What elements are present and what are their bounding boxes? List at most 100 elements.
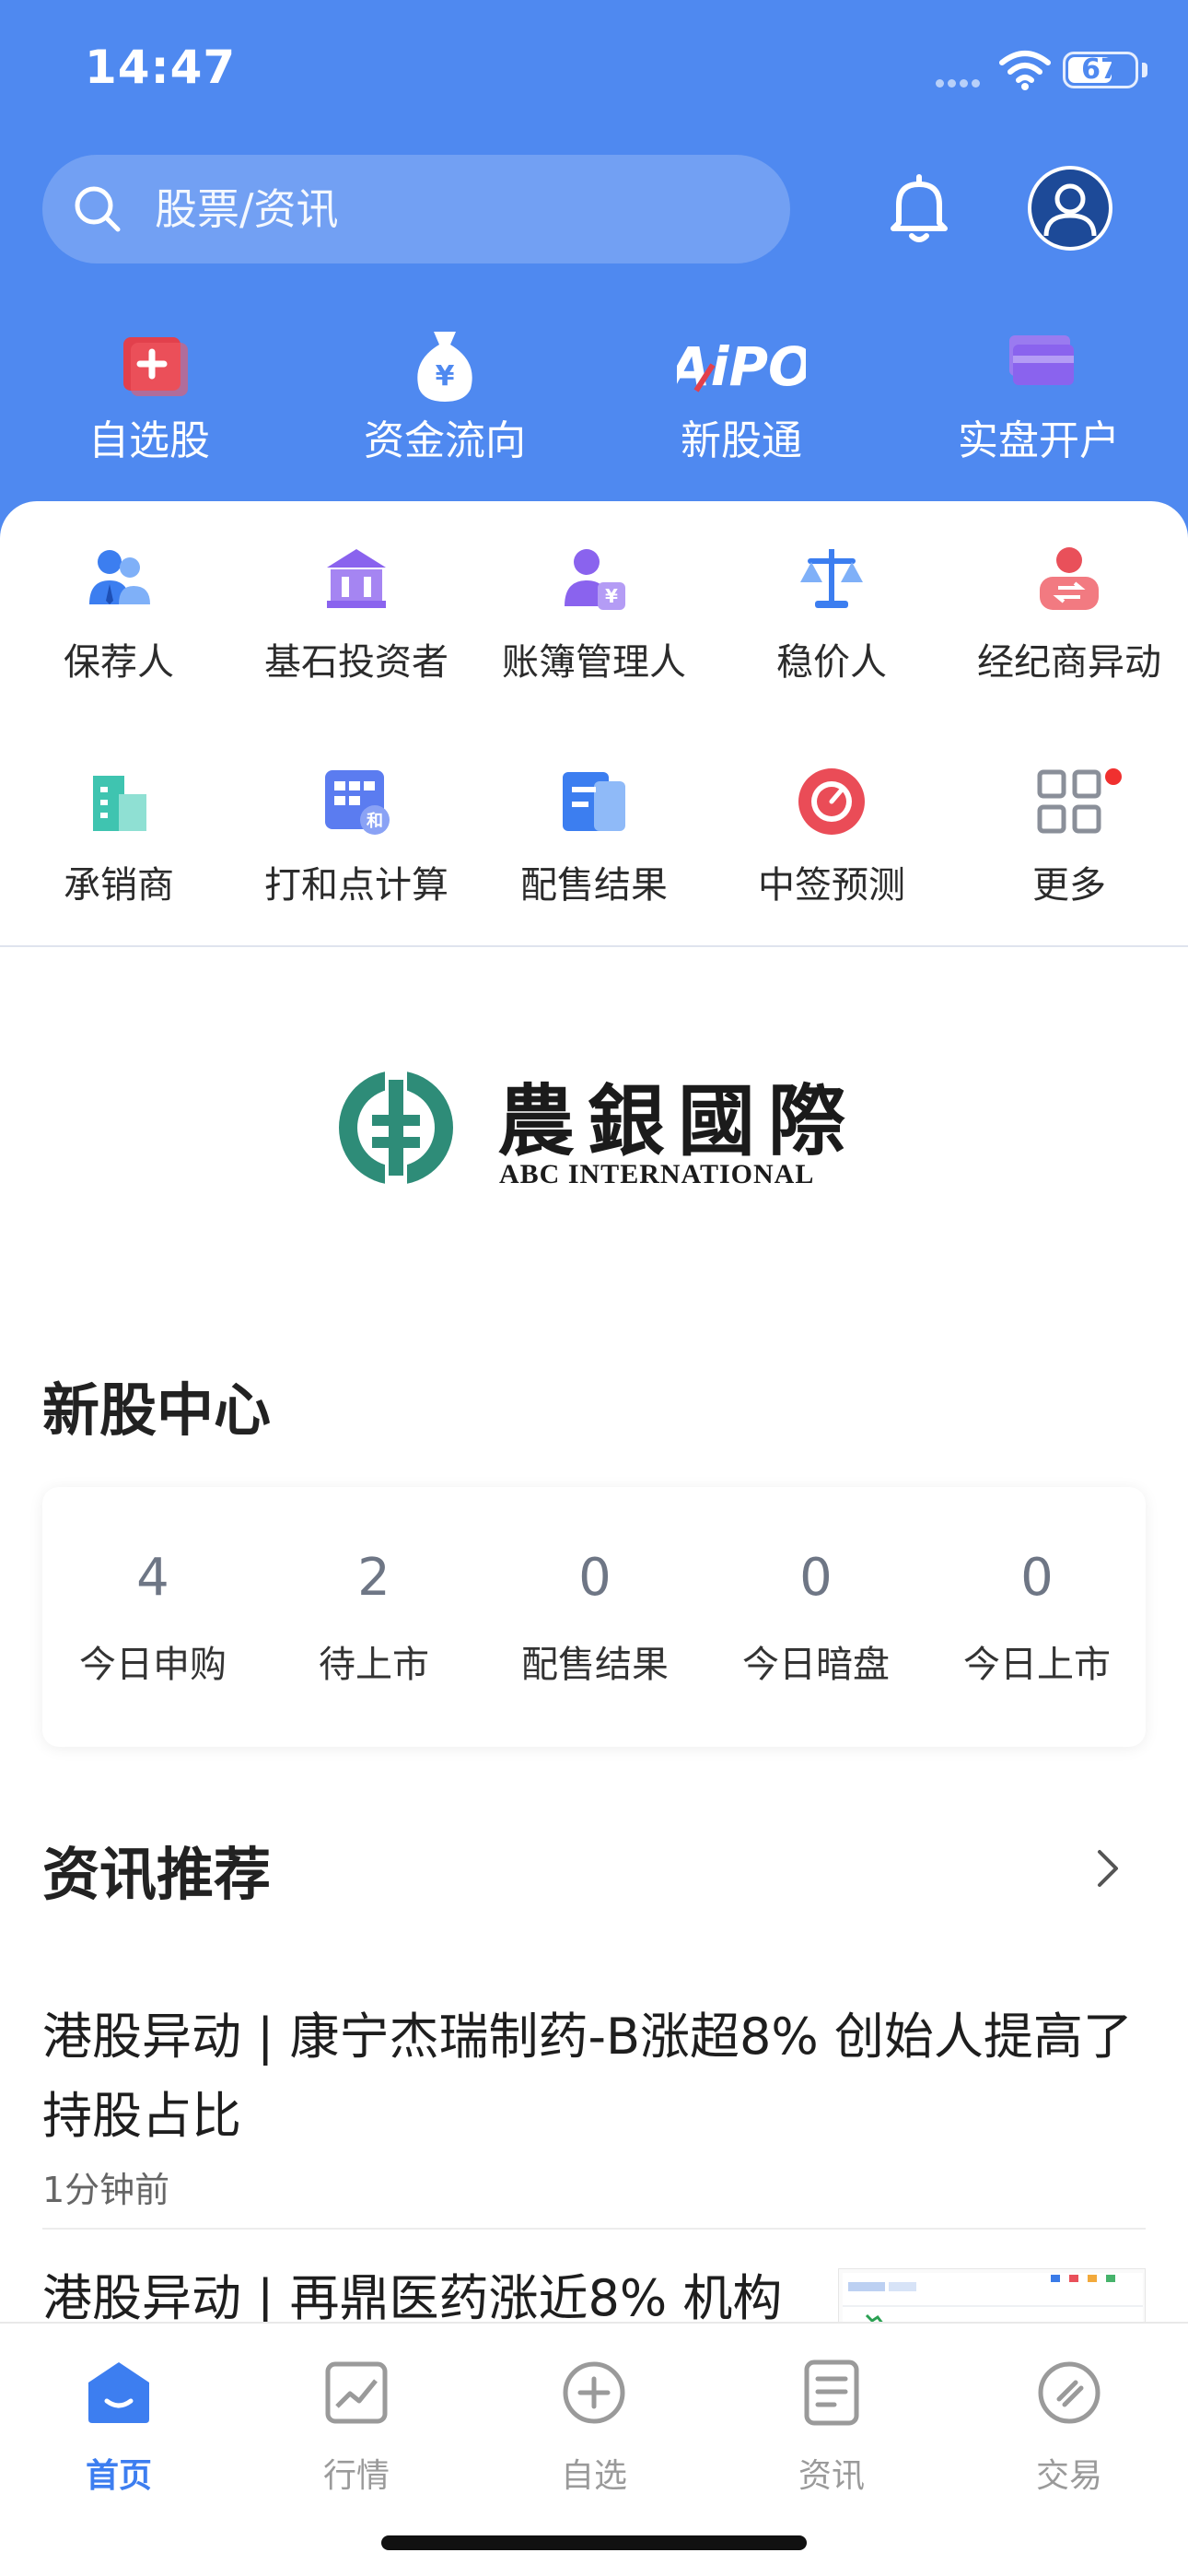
top-nav: 自选股 ¥ 资金流向 AiPO 新股通 实盘开户 xyxy=(0,313,1188,479)
tool-breakeven-calc[interactable]: 和 打和点计算 xyxy=(238,739,475,923)
tab-trade[interactable]: 交易 xyxy=(950,2340,1188,2506)
tool-label: 承销商 xyxy=(64,864,174,907)
user-icon xyxy=(1043,183,1097,237)
bell-icon[interactable] xyxy=(882,171,956,247)
market-chart-icon xyxy=(325,2361,388,2424)
tool-sponsor[interactable]: 保荐人 xyxy=(0,516,238,700)
notification-dot xyxy=(1105,768,1122,785)
bookrunner-icon: ¥ xyxy=(565,549,625,610)
tool-label: 保荐人 xyxy=(64,641,174,684)
ipo-stat-value: 0 xyxy=(1020,1548,1054,1608)
tool-lottery-forecast[interactable]: 中签预测 xyxy=(713,739,950,923)
tab-market[interactable]: 行情 xyxy=(238,2340,475,2506)
ipo-stat-label: 今日上市 xyxy=(963,1644,1111,1686)
ipo-stat-label: 待上市 xyxy=(319,1644,429,1686)
tab-news[interactable]: 资讯 xyxy=(713,2340,950,2506)
tool-more[interactable]: 更多 xyxy=(950,739,1188,923)
avatar[interactable] xyxy=(1028,166,1112,251)
home-icon xyxy=(88,2362,149,2423)
top-nav-watchlist[interactable]: 自选股 xyxy=(20,313,278,479)
news-title: 港股异动 | 康宁杰瑞制药-B涨超8% 创始人提高了持股占比 xyxy=(42,2008,1133,2145)
money-bag-icon: ¥ xyxy=(417,332,472,402)
battery-level: 67 xyxy=(1081,53,1120,86)
ipo-stat-allotment-results[interactable]: 0 配售结果 xyxy=(484,1487,705,1747)
news-item[interactable]: 港股异动 | 再鼎医药涨近8% 机构 xyxy=(42,2259,834,2322)
status-bar: 14:47 67 xyxy=(0,0,1188,138)
ipo-stats-card: 4 今日申购 2 待上市 0 配售结果 0 今日暗盘 0 今日上市 xyxy=(42,1487,1146,1747)
news-title: 港股异动 | 再鼎医药涨近8% 机构 xyxy=(42,2269,783,2322)
tool-bookrunner[interactable]: ¥ 账簿管理人 xyxy=(475,516,713,700)
add-circle-icon xyxy=(563,2361,625,2424)
ipo-stat-value: 4 xyxy=(136,1548,169,1608)
ipo-stat-label: 今日暗盘 xyxy=(742,1644,890,1686)
banner-name-cn: 農銀國際 xyxy=(497,1075,859,1166)
home-indicator xyxy=(381,2535,807,2550)
tab-label: 首页 xyxy=(85,2457,152,2495)
ipo-stat-grey-market[interactable]: 0 今日暗盘 xyxy=(705,1487,926,1747)
search-icon xyxy=(75,186,121,232)
news-section-title: 资讯推荐 xyxy=(42,1841,272,1908)
wifi-icon xyxy=(999,51,1051,90)
tab-label: 自选 xyxy=(560,2457,627,2495)
tool-label: 打和点计算 xyxy=(264,864,448,907)
svg-text:¥: ¥ xyxy=(605,585,618,607)
svg-text:¥: ¥ xyxy=(436,360,455,392)
top-nav-new-stocks[interactable]: AiPO 新股通 xyxy=(612,313,870,479)
abc-international-banner[interactable]: 農銀國際 ABC INTERNATIONAL xyxy=(332,1050,866,1198)
grid-more-icon xyxy=(1037,769,1101,834)
tool-stabilizer[interactable]: 稳价人 xyxy=(713,516,950,700)
ipo-stat-label: 今日申购 xyxy=(79,1644,227,1686)
top-nav-label: 自选股 xyxy=(88,417,210,464)
tool-allotment-results[interactable]: 配售结果 xyxy=(475,739,713,923)
top-nav-label: 新股通 xyxy=(681,417,802,464)
top-nav-label: 资金流向 xyxy=(364,417,526,464)
tab-home[interactable]: 首页 xyxy=(0,2340,238,2506)
bank-building-icon xyxy=(327,549,386,608)
calculator-icon: 和 xyxy=(325,770,390,835)
abc-logo-icon xyxy=(339,1065,453,1190)
aipo-logo: AiPO xyxy=(677,335,806,398)
tool-underwriter[interactable]: 承销商 xyxy=(0,739,238,923)
news-item[interactable]: 港股异动 | 康宁杰瑞制药-B涨超8% 创始人提高了持股占比 1分钟前 xyxy=(42,1997,1146,2212)
ipo-stat-value: 0 xyxy=(578,1548,611,1608)
cellular-signal-icon xyxy=(936,74,984,91)
tool-label: 基石投资者 xyxy=(264,641,448,684)
trade-icon xyxy=(1038,2361,1101,2424)
tool-label: 配售结果 xyxy=(520,864,668,907)
status-time: 14:47 xyxy=(85,41,237,94)
tool-label: 经纪商异动 xyxy=(977,641,1161,684)
chevron-right-icon[interactable] xyxy=(1094,1848,1122,1889)
header: 14:47 67 股票/资讯 自选股 ¥ 资金流向 iPO 新股通 实盘开户 xyxy=(0,0,1188,553)
top-nav-open-account[interactable]: 实盘开户 xyxy=(910,313,1168,479)
document-icon xyxy=(563,772,625,831)
top-nav-label: 实盘开户 xyxy=(958,417,1120,464)
banner-name-en: ABC INTERNATIONAL xyxy=(499,1159,815,1189)
buildings-icon xyxy=(93,776,146,831)
ipo-stat-value: 2 xyxy=(357,1548,390,1608)
tool-grid: 保荐人 基石投资者 ¥ 账簿管理人 稳价人 经纪商异动 承销商 和 打和点计算 … xyxy=(0,516,1188,949)
tool-label: 更多 xyxy=(1032,864,1106,907)
broker-exchange-icon xyxy=(1040,547,1099,610)
news-icon xyxy=(804,2359,859,2426)
ipo-stat-today-listing[interactable]: 0 今日上市 xyxy=(926,1487,1147,1747)
card-stack-icon xyxy=(1009,335,1074,385)
watchlist-plus-icon xyxy=(123,337,188,396)
tool-cornerstone[interactable]: 基石投资者 xyxy=(238,516,475,700)
tool-broker-activity[interactable]: 经纪商异动 xyxy=(950,516,1188,700)
ipo-stat-label: 配售结果 xyxy=(521,1644,669,1686)
search-input[interactable]: 股票/资讯 xyxy=(42,155,790,263)
battery-icon: 67 xyxy=(1063,52,1138,88)
top-nav-fund-flow[interactable]: ¥ 资金流向 xyxy=(316,313,574,479)
ipo-stat-pending-listing[interactable]: 2 待上市 xyxy=(263,1487,484,1747)
tab-label: 行情 xyxy=(322,2457,390,2495)
gauge-icon xyxy=(798,768,865,835)
divider xyxy=(42,2228,1146,2230)
tab-label: 资讯 xyxy=(798,2457,865,2495)
tool-label: 账簿管理人 xyxy=(502,641,686,684)
divider xyxy=(0,945,1188,947)
svg-text:和: 和 xyxy=(367,812,383,831)
search-placeholder: 股票/资讯 xyxy=(155,184,339,234)
tab-watchlist[interactable]: 自选 xyxy=(475,2340,713,2506)
ipo-stat-today-subscribe[interactable]: 4 今日申购 xyxy=(42,1487,263,1747)
tool-label: 稳价人 xyxy=(776,641,887,684)
